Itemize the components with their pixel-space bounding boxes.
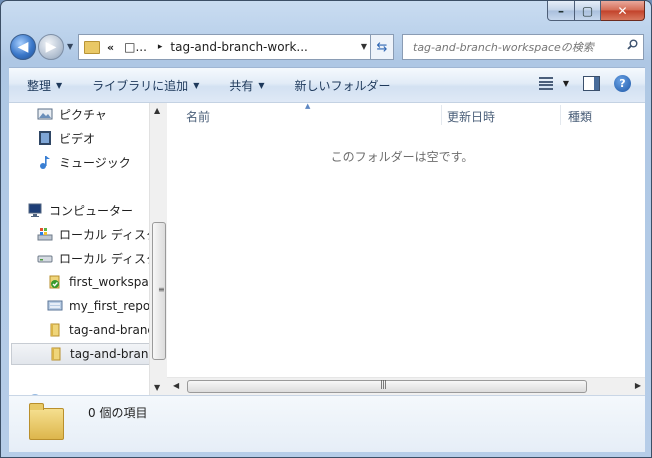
new-folder-label: 新しいフォルダー	[294, 78, 391, 93]
sidebar-item-my-first-repository[interactable]: my_first_repository	[47, 295, 149, 317]
sidebar-item-local-disk-d[interactable]: ローカル ディスク	[37, 247, 149, 269]
close-button[interactable]: ✕	[601, 1, 645, 21]
recent-pages-dropdown[interactable]: ▼	[67, 42, 73, 51]
item-count: 0 個の項目	[88, 406, 148, 420]
scrollbar-thumb[interactable]: |||	[187, 380, 587, 393]
folder-icon	[84, 40, 100, 54]
folder-check-icon	[49, 275, 60, 289]
sidebar-item-tag-and-branch-workspace-selected[interactable]: tag-and-branch-workspace	[11, 343, 149, 365]
caption-buttons: – ▢ ✕	[547, 1, 645, 21]
refresh-button[interactable]: ⇆	[370, 34, 394, 60]
computer-icon	[28, 203, 42, 217]
sidebar-item-label: tag-and-branch-workspace	[70, 347, 149, 361]
column-divider[interactable]	[560, 105, 561, 125]
refresh-icon: ⇆	[376, 39, 388, 55]
sidebar-item-tag-and-branch-workspace[interactable]: tag-and-branch-workspace	[47, 319, 149, 341]
preview-pane-icon[interactable]	[583, 76, 600, 91]
file-list-horizontal-scrollbar[interactable]: ◀ ||| ▶	[167, 377, 645, 395]
sidebar-item-label: tag-and-branch-workspace	[69, 323, 149, 337]
back-button[interactable]: ◀	[10, 34, 36, 60]
music-icon	[40, 156, 50, 169]
sidebar-item-label: first_workspace	[69, 275, 149, 289]
new-folder-button[interactable]: 新しいフォルダー	[295, 77, 391, 94]
empty-folder-message: このフォルダーは空です。	[330, 150, 474, 164]
search-icon[interactable]	[627, 39, 638, 50]
address-dropdown-icon[interactable]: ▼	[361, 42, 367, 51]
change-view-button[interactable]: ▼	[538, 77, 569, 90]
navigation-pane-scrollbar[interactable]: ▲ ≡ ▼	[149, 103, 167, 395]
search-box[interactable]	[402, 34, 644, 60]
column-header-date-modified[interactable]: 更新日時	[447, 103, 495, 129]
pictures-icon	[37, 108, 53, 120]
command-bar: 整理 ▼ ライブラリに追加 ▼ 共有 ▼ 新しいフォルダー ▼ ?	[9, 67, 645, 102]
sidebar-item-label: my_first_repository	[69, 299, 149, 313]
chevron-down-icon: ▼	[193, 80, 200, 90]
sidebar-item-local-disk-c[interactable]: ローカル ディスク	[37, 223, 149, 245]
sidebar-item-computer[interactable]: コンピューター	[27, 199, 133, 221]
network-folder-icon	[47, 300, 63, 311]
maximize-button[interactable]: ▢	[575, 1, 601, 21]
folder-icon	[50, 323, 60, 337]
address-overflow-chevron[interactable]: «	[107, 41, 114, 54]
column-divider[interactable]	[441, 105, 442, 125]
chevron-down-icon: ▼	[562, 79, 569, 88]
help-icon[interactable]: ?	[614, 75, 631, 92]
back-arrow-icon: ◀	[17, 39, 29, 55]
sidebar-item-label: ローカル ディスク	[59, 227, 149, 242]
column-date-label: 更新日時	[447, 109, 496, 124]
sidebar-item-label: コンピューター	[49, 203, 134, 218]
file-list[interactable]: ▲ 名前 更新日時 種類 このフォルダーは空です。 ◀ ||| ▶	[167, 102, 645, 395]
column-header-name[interactable]: 名前	[186, 103, 210, 129]
windows-drive-icon	[37, 228, 53, 241]
chevron-down-icon: ▼	[56, 80, 63, 90]
forward-arrow-icon: ▶	[45, 39, 57, 55]
search-input[interactable]	[411, 39, 615, 55]
toolbar-right-group: ▼ ?	[538, 75, 631, 92]
drive-icon	[37, 255, 53, 263]
organize-menu[interactable]: 整理 ▼	[27, 77, 62, 94]
breadcrumb-current[interactable]: tag-and-branch-work...	[170, 40, 307, 54]
sidebar-item-label: ローカル ディスク	[59, 251, 149, 266]
organize-label: 整理	[27, 78, 52, 93]
scroll-up-icon[interactable]: ▲	[154, 106, 160, 115]
content-area: ピクチャ ビデオ ミュージック コンピューター ローカル ディスク ローカル デ…	[9, 102, 645, 395]
share-label: 共有	[229, 78, 254, 93]
sidebar-item-label: ピクチャ	[59, 107, 107, 122]
chevron-down-icon: ▼	[258, 80, 265, 90]
column-type-label: 種類	[568, 109, 593, 124]
minimize-button[interactable]: –	[547, 1, 575, 21]
grip-icon: |||	[380, 380, 387, 390]
sidebar-item-label: ビデオ	[59, 131, 96, 146]
sort-ascending-icon: ▲	[305, 102, 311, 110]
forward-button[interactable]: ▶	[38, 34, 64, 60]
grip-icon: ≡	[158, 285, 165, 294]
share-menu[interactable]: 共有 ▼	[229, 77, 264, 94]
sidebar-item-label: ミュージック	[59, 155, 131, 170]
scroll-right-icon[interactable]: ▶	[635, 381, 641, 390]
breadcrumb-separator-icon[interactable]: ▸	[158, 42, 163, 52]
sidebar-item-music[interactable]: ミュージック	[37, 151, 131, 173]
breadcrumb-truncated[interactable]: □...	[124, 40, 147, 54]
sidebar-item-first-workspace[interactable]: first_workspace	[47, 271, 149, 293]
scroll-down-icon[interactable]: ▼	[154, 383, 160, 392]
scroll-left-icon[interactable]: ◀	[173, 381, 179, 390]
sidebar-item-network-partial[interactable]	[27, 387, 49, 395]
add-to-library-menu[interactable]: ライブラリに追加 ▼	[92, 77, 199, 94]
details-view-icon	[538, 77, 553, 90]
column-name-label: 名前	[186, 109, 211, 124]
sidebar-item-pictures[interactable]: ピクチャ	[37, 103, 107, 125]
details-pane: 0 個の項目	[9, 395, 645, 452]
explorer-window: – ▢ ✕ ◀ ▶ ▼ « □... ▸ tag-and-branch-work…	[0, 0, 652, 458]
address-bar[interactable]: « □... ▸ tag-and-branch-work... ▼	[78, 34, 371, 60]
folder-icon	[29, 403, 64, 440]
folder-icon	[51, 347, 61, 361]
sidebar-item-video[interactable]: ビデオ	[37, 127, 95, 149]
video-icon	[39, 131, 51, 145]
navigation-pane[interactable]: ピクチャ ビデオ ミュージック コンピューター ローカル ディスク ローカル デ…	[9, 103, 149, 395]
scrollbar-thumb[interactable]: ≡	[152, 222, 166, 360]
add-to-library-label: ライブラリに追加	[92, 78, 189, 93]
column-header-type[interactable]: 種類	[568, 103, 592, 129]
